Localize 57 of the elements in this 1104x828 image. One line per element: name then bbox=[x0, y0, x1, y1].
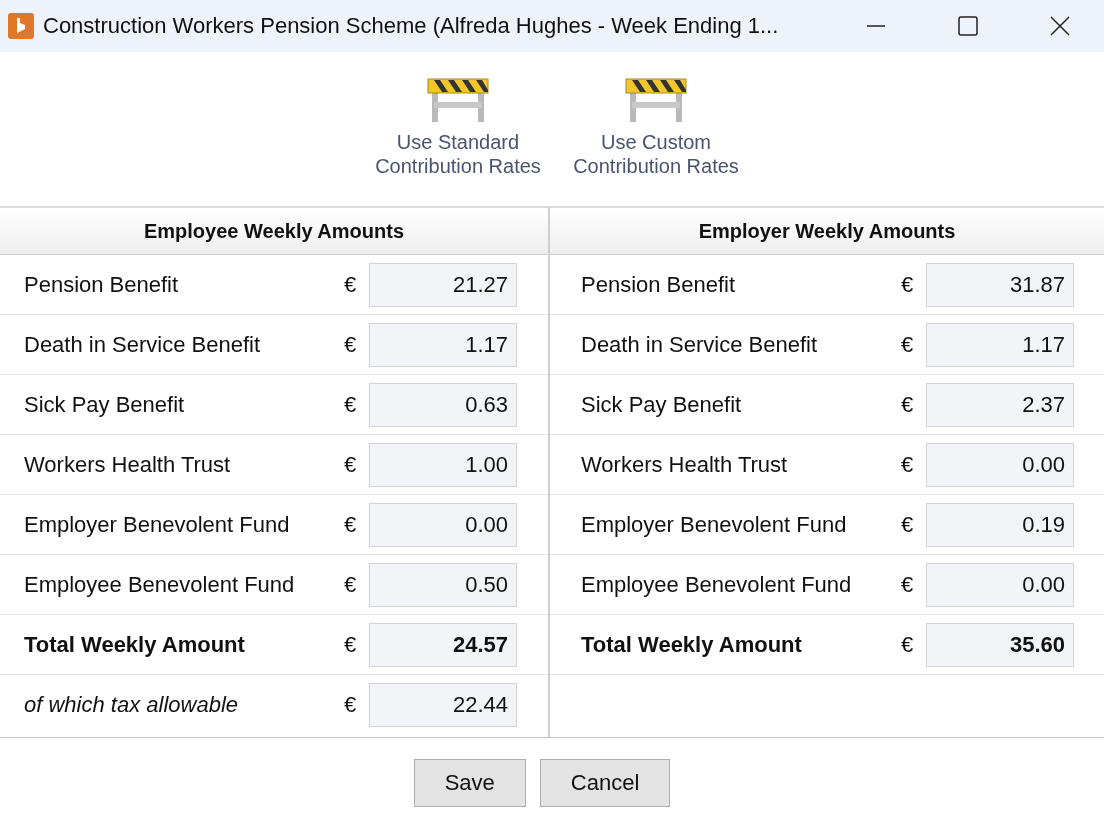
amount-field[interactable]: 0.00 bbox=[369, 502, 517, 547]
column-header: Employer Weekly Amounts bbox=[550, 207, 1104, 255]
app-icon bbox=[8, 13, 34, 39]
amount-field[interactable]: 35.60 bbox=[926, 622, 1074, 667]
column-header: Employee Weekly Amounts bbox=[0, 207, 548, 255]
field-label: Workers Health Trust bbox=[24, 451, 232, 478]
amount-field[interactable]: 0.19 bbox=[926, 502, 1074, 547]
field-label: Death in Service Benefit bbox=[581, 331, 819, 358]
currency-symbol: € bbox=[901, 571, 915, 598]
field-label: Employer Benevolent Fund bbox=[24, 511, 291, 538]
amount-field[interactable]: 24.57 bbox=[369, 622, 517, 667]
field-label: Pension Benefit bbox=[581, 271, 737, 298]
currency-symbol: € bbox=[344, 451, 358, 478]
close-icon[interactable] bbox=[1050, 16, 1070, 36]
currency-symbol: € bbox=[901, 631, 915, 658]
amount-field[interactable]: 0.50 bbox=[369, 562, 517, 607]
currency-symbol: € bbox=[344, 331, 358, 358]
amount-field[interactable]: 2.37 bbox=[926, 382, 1074, 427]
amount-field[interactable]: 22.44 bbox=[369, 683, 517, 727]
amount-field[interactable]: 31.87 bbox=[926, 262, 1074, 307]
amount-field[interactable]: 1.00 bbox=[369, 442, 517, 487]
amount-field[interactable]: 1.17 bbox=[926, 322, 1074, 367]
cancel-button[interactable]: Cancel bbox=[539, 759, 671, 807]
field-label: of which tax allowable bbox=[24, 692, 239, 718]
currency-symbol: € bbox=[901, 331, 915, 358]
amount-field[interactable]: 1.17 bbox=[369, 322, 517, 367]
amount-field[interactable]: 0.00 bbox=[926, 442, 1074, 487]
field-label: Sick Pay Benefit bbox=[581, 391, 743, 418]
currency-symbol: € bbox=[901, 511, 915, 538]
barrier-icon bbox=[426, 76, 490, 124]
field-label: Workers Health Trust bbox=[581, 451, 789, 478]
field-label: Total Weekly Amount bbox=[581, 631, 803, 658]
currency-symbol: € bbox=[344, 571, 358, 598]
field-label: Death in Service Benefit bbox=[24, 331, 262, 358]
currency-symbol: € bbox=[344, 511, 358, 538]
field-label: Total Weekly Amount bbox=[24, 631, 246, 658]
currency-symbol: € bbox=[344, 271, 358, 298]
amount-field[interactable]: 21.27 bbox=[369, 262, 517, 307]
field-label: Employee Benevolent Fund bbox=[24, 571, 296, 598]
currency-symbol: € bbox=[901, 451, 915, 478]
save-button[interactable]: Save bbox=[413, 759, 526, 807]
currency-symbol: € bbox=[344, 631, 358, 658]
currency-symbol: € bbox=[344, 692, 358, 718]
currency-symbol: € bbox=[901, 271, 915, 298]
amount-field[interactable]: 0.63 bbox=[369, 382, 517, 427]
currency-symbol: € bbox=[344, 391, 358, 418]
window-title: Construction Workers Pension Scheme (Alfreda Hughes - Week Ending 1... bbox=[43, 13, 780, 39]
maximize-icon[interactable] bbox=[958, 16, 978, 36]
toolbar-button[interactable]: Use Custom Contribution Rates bbox=[566, 52, 746, 178]
field-label: Employee Benevolent Fund bbox=[581, 571, 853, 598]
field-label: Sick Pay Benefit bbox=[24, 391, 186, 418]
amount-field[interactable]: 0.00 bbox=[926, 562, 1074, 607]
barrier-icon bbox=[624, 76, 688, 124]
field-label: Employer Benevolent Fund bbox=[581, 511, 848, 538]
toolbar-button[interactable]: Use Standard Contribution Rates bbox=[368, 52, 548, 178]
currency-symbol: € bbox=[901, 391, 915, 418]
field-label: Pension Benefit bbox=[24, 271, 180, 298]
